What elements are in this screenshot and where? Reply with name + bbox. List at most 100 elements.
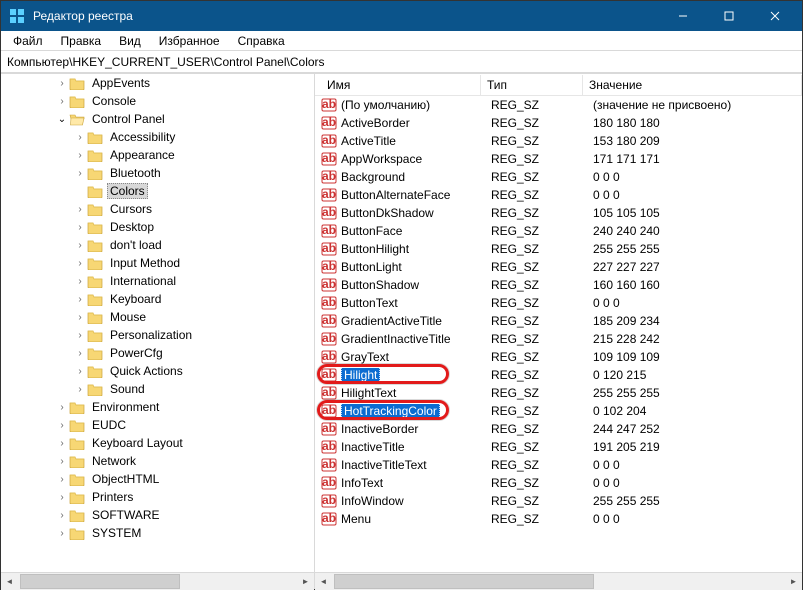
menu-help[interactable]: Справка — [230, 33, 293, 49]
menu-view[interactable]: Вид — [111, 33, 149, 49]
value-row[interactable]: ButtonLightREG_SZ227 227 227 — [315, 258, 802, 276]
value-row[interactable]: InactiveTitleTextREG_SZ0 0 0 — [315, 456, 802, 474]
chevron-right-icon[interactable]: › — [73, 132, 87, 143]
chevron-right-icon[interactable]: › — [73, 258, 87, 269]
tree-item-label: Control Panel — [89, 112, 168, 126]
chevron-right-icon[interactable]: › — [55, 528, 69, 539]
menu-file[interactable]: Файл — [5, 33, 51, 49]
tree-item[interactable]: ›SOFTWARE — [1, 506, 314, 524]
value-row[interactable]: HilightTextREG_SZ255 255 255 — [315, 384, 802, 402]
string-value-icon — [321, 512, 337, 526]
value-row[interactable]: (По умолчанию)REG_SZ(значение не присвое… — [315, 96, 802, 114]
value-name: GradientActiveTitle — [341, 314, 491, 328]
tree-item-label: Keyboard — [107, 292, 164, 306]
chevron-down-icon[interactable]: ⌄ — [55, 114, 69, 125]
tree-item[interactable]: ›International — [1, 272, 314, 290]
value-row[interactable]: InfoWindowREG_SZ255 255 255 — [315, 492, 802, 510]
tree-item[interactable]: ⌄ Control Panel — [1, 110, 314, 128]
value-row[interactable]: MenuREG_SZ0 0 0 — [315, 510, 802, 528]
maximize-button[interactable] — [706, 1, 752, 31]
value-row[interactable]: HilightREG_SZ0 120 215 — [315, 366, 802, 384]
chevron-right-icon[interactable]: › — [55, 456, 69, 467]
tree-item[interactable]: ›Mouse — [1, 308, 314, 326]
col-header-name[interactable]: Имя — [321, 75, 481, 95]
chevron-right-icon[interactable]: › — [73, 384, 87, 395]
chevron-right-icon[interactable]: › — [55, 492, 69, 503]
value-row[interactable]: HotTrackingColorREG_SZ0 102 204 — [315, 402, 802, 420]
menu-edit[interactable]: Правка — [53, 33, 110, 49]
tree-item[interactable]: ›don't load — [1, 236, 314, 254]
tree-view[interactable]: ›AppEvents›Console ⌄ Control Panel ›Accessi… — [1, 74, 314, 572]
value-type: REG_SZ — [491, 278, 593, 292]
tree-item[interactable]: › Input Method — [1, 254, 314, 272]
values-hscroll[interactable]: ◄ ► — [315, 572, 802, 589]
value-row[interactable]: ButtonTextREG_SZ0 0 0 — [315, 294, 802, 312]
chevron-right-icon[interactable]: › — [73, 240, 87, 251]
tree-item[interactable]: Colors — [1, 182, 314, 200]
address-bar[interactable]: Компьютер\HKEY_CURRENT_USER\Control Pane… — [1, 51, 802, 73]
tree-item-label: Input Method — [107, 256, 183, 270]
chevron-right-icon[interactable]: › — [55, 420, 69, 431]
chevron-right-icon[interactable]: › — [55, 510, 69, 521]
col-header-value[interactable]: Значение — [583, 75, 802, 95]
chevron-right-icon[interactable]: › — [73, 330, 87, 341]
value-type: REG_SZ — [491, 476, 593, 490]
value-row[interactable]: ButtonAlternateFaceREG_SZ0 0 0 — [315, 186, 802, 204]
tree-item[interactable]: ›EUDC — [1, 416, 314, 434]
chevron-right-icon[interactable]: › — [55, 438, 69, 449]
tree-item[interactable]: ›Sound — [1, 380, 314, 398]
value-row[interactable]: GradientActiveTitleREG_SZ185 209 234 — [315, 312, 802, 330]
minimize-button[interactable] — [660, 1, 706, 31]
chevron-right-icon[interactable]: › — [55, 402, 69, 413]
value-row[interactable]: InactiveTitleREG_SZ191 205 219 — [315, 438, 802, 456]
tree-item[interactable]: ›PowerCfg — [1, 344, 314, 362]
chevron-right-icon[interactable]: › — [73, 168, 87, 179]
value-row[interactable]: ButtonShadowREG_SZ160 160 160 — [315, 276, 802, 294]
titlebar[interactable]: Редактор реестра — [1, 1, 802, 31]
tree-item[interactable]: ›Cursors — [1, 200, 314, 218]
value-row[interactable]: InactiveBorderREG_SZ244 247 252 — [315, 420, 802, 438]
value-row[interactable]: GradientInactiveTitleREG_SZ215 228 242 — [315, 330, 802, 348]
chevron-right-icon[interactable]: › — [73, 222, 87, 233]
chevron-right-icon[interactable]: › — [73, 312, 87, 323]
value-row[interactable]: ActiveBorderREG_SZ180 180 180 — [315, 114, 802, 132]
chevron-right-icon[interactable]: › — [73, 150, 87, 161]
chevron-right-icon[interactable]: › — [73, 366, 87, 377]
tree-item[interactable]: ›Network — [1, 452, 314, 470]
value-row[interactable]: InfoTextREG_SZ0 0 0 — [315, 474, 802, 492]
values-list[interactable]: (По умолчанию)REG_SZ(значение не присвое… — [315, 96, 802, 572]
tree-item[interactable]: ›Appearance — [1, 146, 314, 164]
tree-item[interactable]: ›AppEvents — [1, 74, 314, 92]
tree-item[interactable]: ›Quick Actions — [1, 362, 314, 380]
value-row[interactable]: ButtonFaceREG_SZ240 240 240 — [315, 222, 802, 240]
chevron-right-icon[interactable]: › — [73, 204, 87, 215]
menu-fav[interactable]: Избранное — [151, 33, 228, 49]
value-row[interactable]: AppWorkspaceREG_SZ171 171 171 — [315, 150, 802, 168]
value-row[interactable]: ActiveTitleREG_SZ153 180 209 — [315, 132, 802, 150]
tree-item[interactable]: ›Environment — [1, 398, 314, 416]
tree-item[interactable]: ›Bluetooth — [1, 164, 314, 182]
tree-item[interactable]: ›Desktop — [1, 218, 314, 236]
chevron-right-icon[interactable]: › — [55, 78, 69, 89]
tree-item[interactable]: › Keyboard — [1, 290, 314, 308]
tree-item[interactable]: ›SYSTEM — [1, 524, 314, 542]
value-row[interactable]: ButtonHilightREG_SZ255 255 255 — [315, 240, 802, 258]
chevron-right-icon[interactable]: › — [73, 276, 87, 287]
chevron-right-icon[interactable]: › — [73, 348, 87, 359]
tree-item[interactable]: ›ObjectHTML — [1, 470, 314, 488]
tree-item[interactable]: ›Console — [1, 92, 314, 110]
tree-item[interactable]: ›Accessibility — [1, 128, 314, 146]
chevron-right-icon[interactable]: › — [73, 294, 87, 305]
col-header-type[interactable]: Тип — [481, 75, 583, 95]
tree-hscroll[interactable]: ◄ ► — [1, 572, 314, 589]
tree-item[interactable]: ›Printers — [1, 488, 314, 506]
string-value-icon — [321, 134, 337, 148]
tree-item[interactable]: ›Personalization — [1, 326, 314, 344]
tree-item[interactable]: ›Keyboard Layout — [1, 434, 314, 452]
value-row[interactable]: GrayTextREG_SZ109 109 109 — [315, 348, 802, 366]
value-row[interactable]: BackgroundREG_SZ0 0 0 — [315, 168, 802, 186]
close-button[interactable] — [752, 1, 798, 31]
chevron-right-icon[interactable]: › — [55, 96, 69, 107]
chevron-right-icon[interactable]: › — [55, 474, 69, 485]
value-row[interactable]: ButtonDkShadowREG_SZ105 105 105 — [315, 204, 802, 222]
